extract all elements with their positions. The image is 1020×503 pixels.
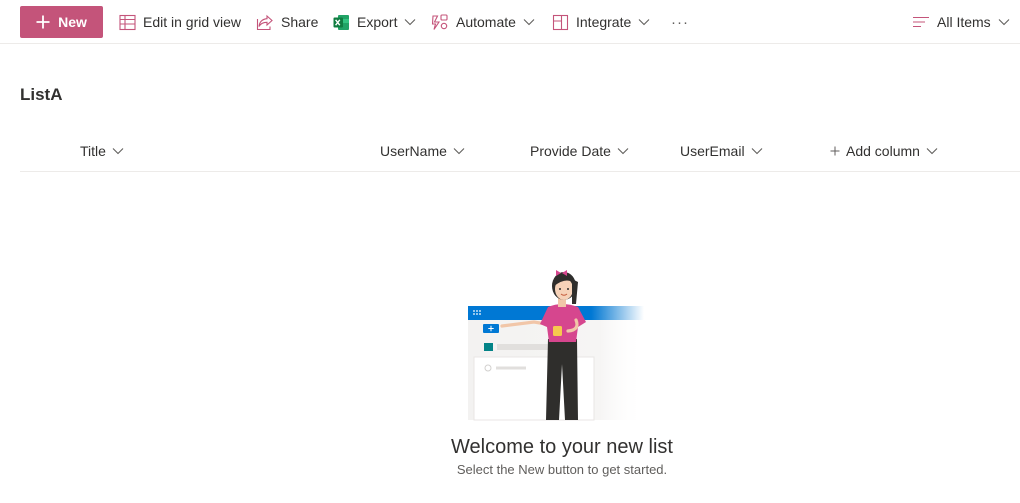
column-header-provide-date[interactable]: Provide Date bbox=[530, 130, 629, 171]
edit-grid-view-button[interactable]: Edit in grid view bbox=[118, 0, 241, 44]
chevron-down-icon bbox=[404, 18, 416, 26]
chevron-down-icon bbox=[638, 18, 650, 26]
share-button[interactable]: Share bbox=[256, 0, 318, 44]
view-selector-label: All Items bbox=[937, 14, 991, 30]
integrate-button[interactable]: Integrate bbox=[551, 0, 650, 44]
column-header-title[interactable]: Title bbox=[80, 130, 124, 171]
more-options-label: ··· bbox=[671, 13, 689, 31]
chevron-down-icon bbox=[617, 147, 629, 155]
share-icon bbox=[256, 13, 274, 31]
chevron-down-icon bbox=[112, 147, 124, 155]
chevron-down-icon bbox=[926, 147, 938, 155]
export-label: Export bbox=[357, 14, 398, 30]
automate-label: Automate bbox=[456, 14, 516, 30]
add-column-button[interactable]: Add column bbox=[830, 130, 938, 171]
column-header-username[interactable]: UserName bbox=[380, 130, 465, 171]
empty-state-heading: Welcome to your new list bbox=[451, 436, 673, 458]
add-column-label: Add column bbox=[846, 142, 920, 159]
column-header-label: Provide Date bbox=[530, 142, 611, 159]
view-selector-button[interactable]: All Items bbox=[912, 0, 1010, 44]
new-button[interactable]: New bbox=[20, 6, 103, 38]
grid-icon bbox=[118, 13, 136, 31]
export-button[interactable]: Export bbox=[332, 0, 416, 44]
lines-icon bbox=[912, 13, 930, 31]
flow-icon bbox=[431, 13, 449, 31]
more-options-button[interactable]: ··· bbox=[671, 0, 689, 44]
integrate-label: Integrate bbox=[576, 14, 632, 30]
automate-button[interactable]: Automate bbox=[431, 0, 535, 44]
column-header-useremail[interactable]: UserEmail bbox=[680, 130, 763, 171]
edit-grid-view-label: Edit in grid view bbox=[143, 14, 242, 30]
empty-state-subtext: Select the New button to get started. bbox=[456, 462, 668, 477]
empty-list-illustration bbox=[468, 264, 648, 422]
share-label: Share bbox=[281, 14, 319, 30]
excel-icon bbox=[332, 13, 350, 31]
chevron-down-icon bbox=[998, 18, 1010, 26]
plus-icon bbox=[36, 15, 50, 29]
chevron-down-icon bbox=[453, 147, 465, 155]
plus-icon bbox=[830, 146, 840, 156]
command-bar: New Edit in grid view Share Export Autom… bbox=[0, 0, 1020, 44]
integrate-icon bbox=[551, 13, 569, 31]
chevron-down-icon bbox=[751, 147, 763, 155]
column-header-label: Title bbox=[80, 142, 106, 159]
list-title: ListA bbox=[20, 85, 63, 104]
chevron-down-icon bbox=[523, 18, 535, 26]
column-headers: Title UserName Provide Date UserEmail Ad… bbox=[20, 130, 1020, 172]
column-header-label: UserName bbox=[380, 142, 447, 159]
column-header-label: UserEmail bbox=[680, 142, 745, 159]
new-button-label: New bbox=[58, 14, 87, 30]
